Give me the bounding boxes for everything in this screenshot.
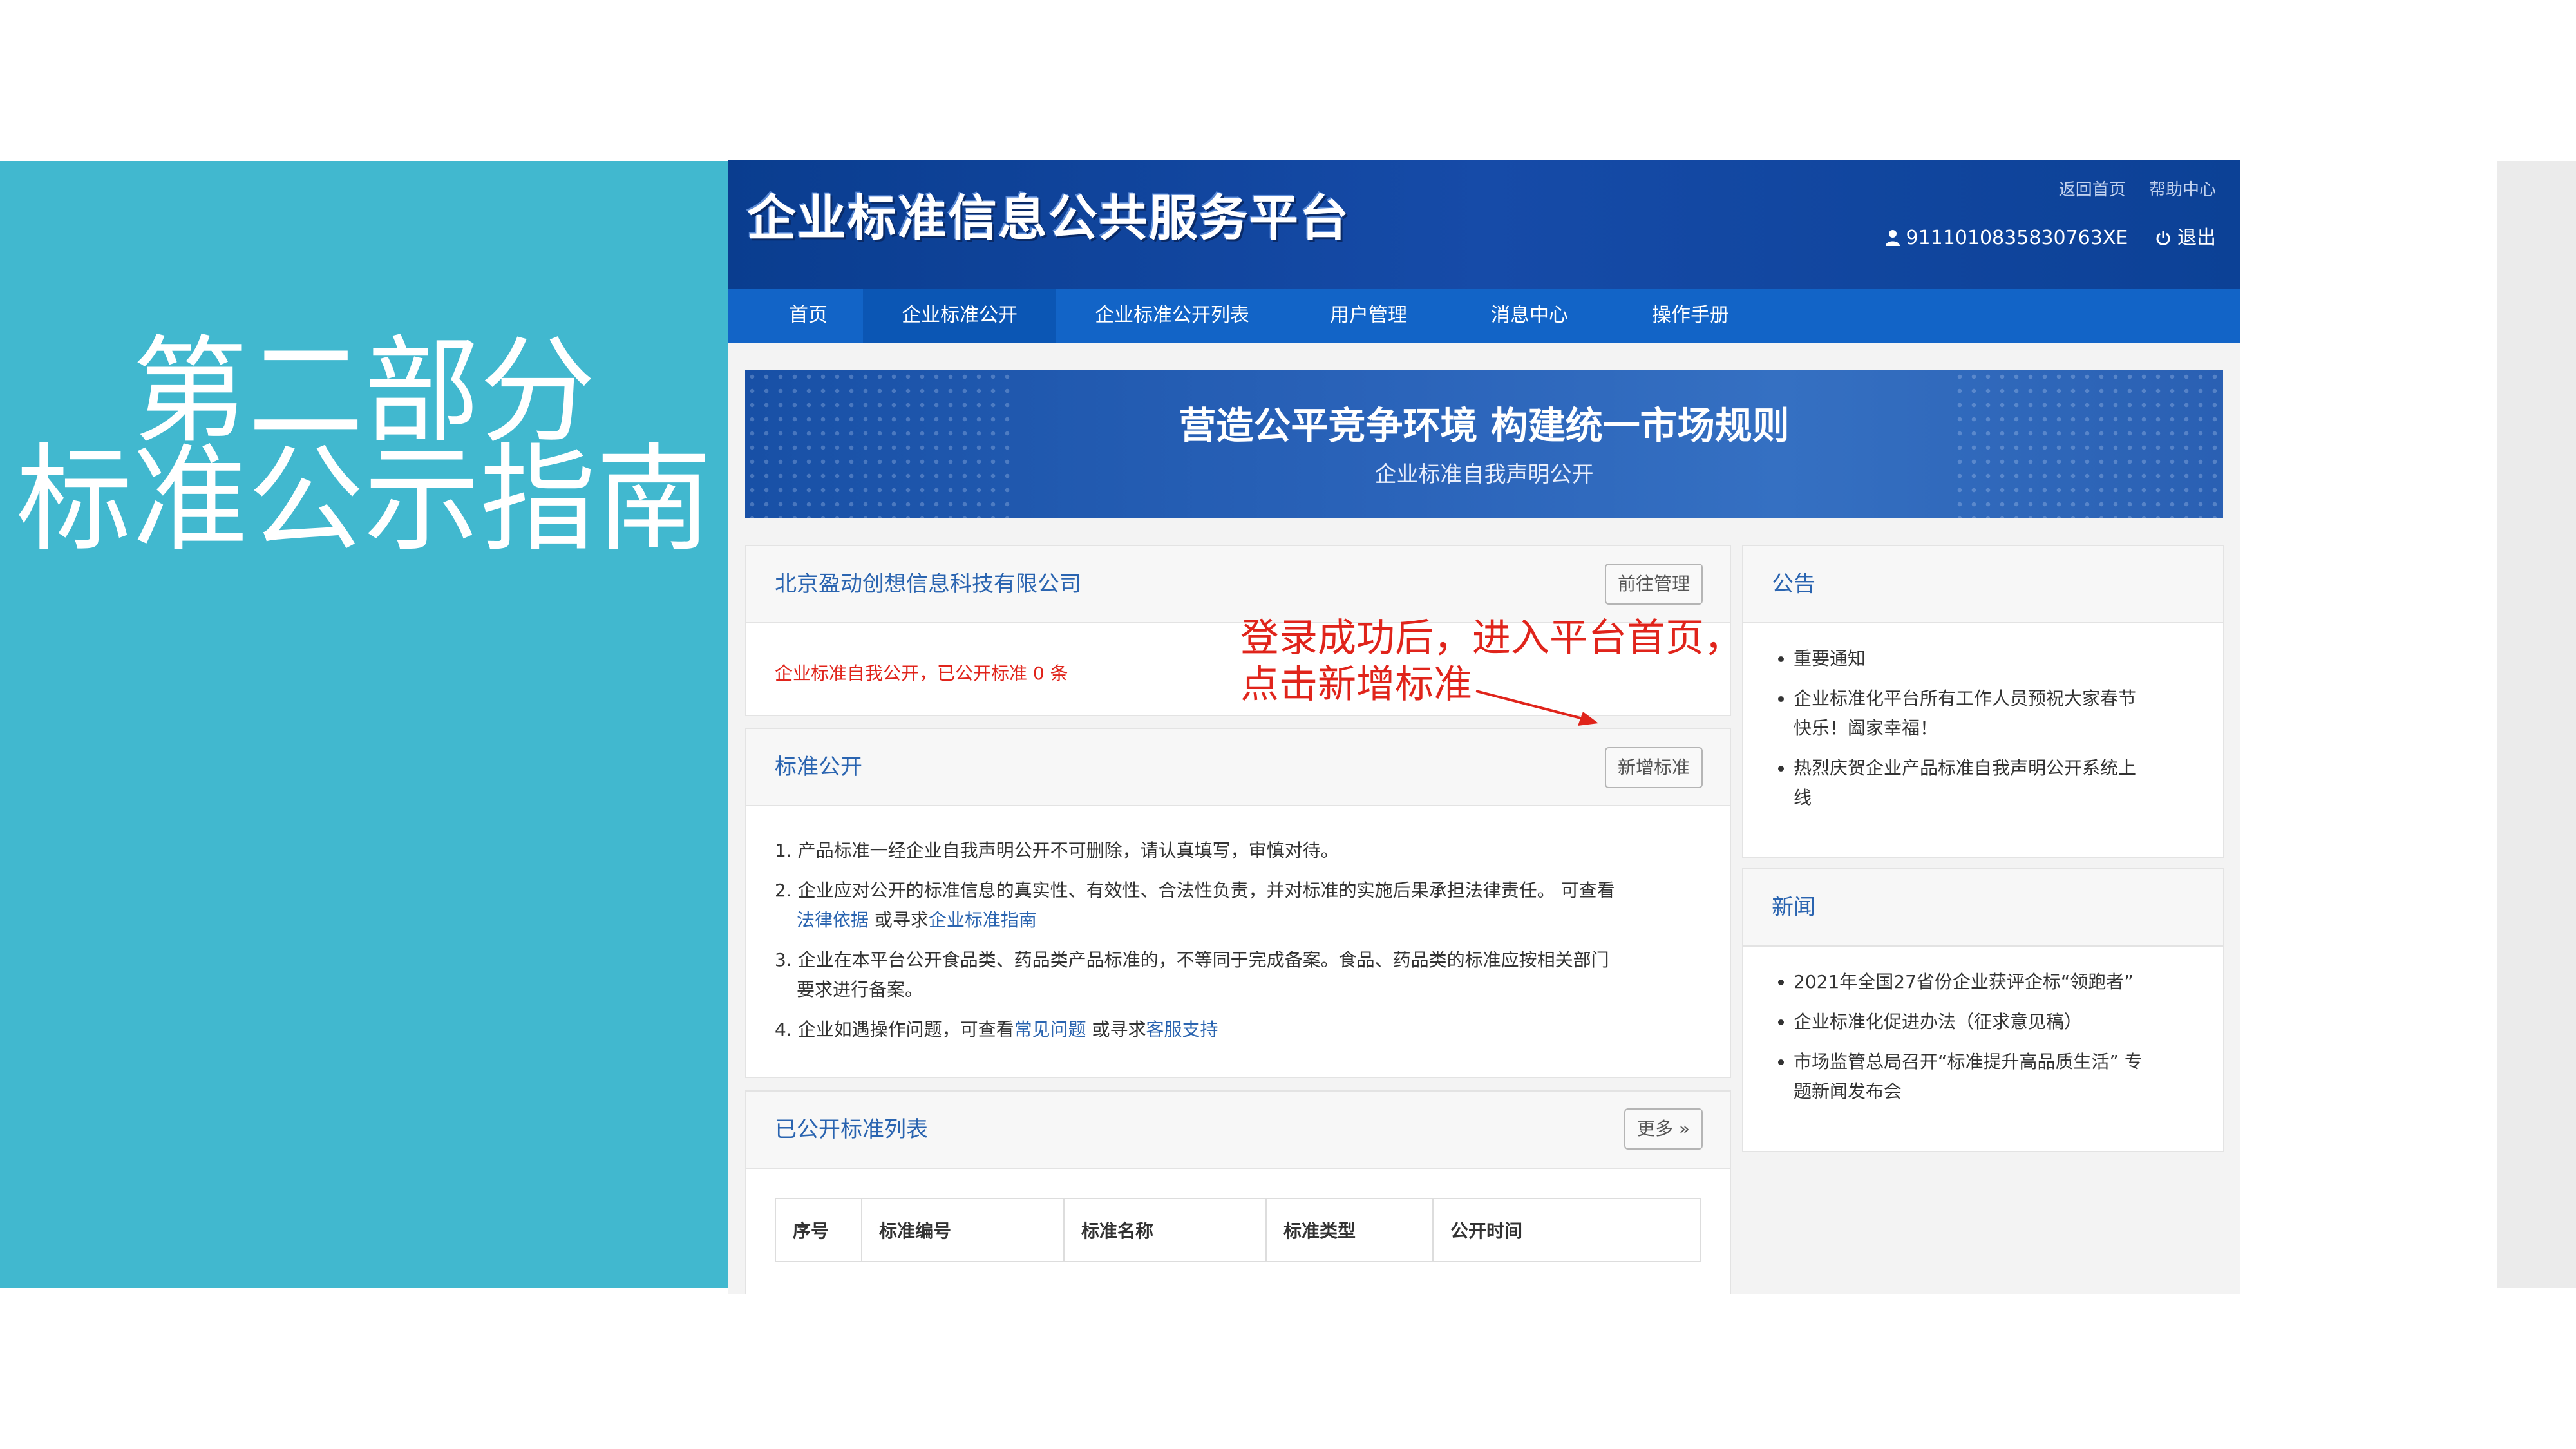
slide-title-line1: 第二部分: [131, 325, 596, 459]
instruction-4: 4. 企业如遇操作问题，可查看常见问题 或寻求客服支持: [775, 1015, 1218, 1045]
instruction-2-mid: 或寻求: [869, 909, 929, 931]
company-card-header: 北京盈动创想信息科技有限公司 前往管理: [746, 546, 1730, 623]
published-card-header: 已公开标准列表 更多 »: [746, 1092, 1730, 1169]
nav-item-message-center[interactable]: 消息中心: [1449, 289, 1610, 343]
main-nav: 首页 企业标准公开 企业标准公开列表 用户管理 消息中心 操作手册: [728, 289, 2240, 343]
standard-card-title: 标准公开: [775, 754, 862, 780]
column-header: 标准名称: [1063, 1198, 1267, 1262]
instruction-4-text: 4. 企业如遇操作问题，可查看: [775, 1019, 1014, 1040]
instruction-2: 2. 企业应对公开的标准信息的真实性、有效性、合法性负责，并对标准的实施后果承担…: [775, 880, 1615, 901]
column-header: 公开时间: [1432, 1198, 1701, 1262]
column-header: 标准类型: [1265, 1198, 1434, 1262]
notice-card: 公告 重要通知 企业标准化平台所有工作人员预祝大家春节 快乐！阖家幸福！ 热烈庆…: [1742, 545, 2224, 858]
add-standard-button[interactable]: 新增标准: [1604, 747, 1703, 788]
hero-banner: 营造公平竞争环境 构建统一市场规则 企业标准自我声明公开: [745, 370, 2223, 518]
power-icon[interactable]: [2155, 231, 2171, 246]
published-card-title: 已公开标准列表: [775, 1117, 928, 1142]
news-item[interactable]: 2021年全国27省份企业获评企标“领跑者”: [1794, 967, 2143, 997]
more-button[interactable]: 更多 »: [1624, 1108, 1703, 1150]
news-card-title: 新闻: [1772, 895, 1815, 920]
instruction-3: 3. 企业在本平台公开食品类、药品类产品标准的，不等同于完成备案。食品、药品类的…: [775, 949, 1609, 971]
legal-basis-link[interactable]: 法律依据: [797, 909, 869, 931]
user-icon: [1885, 230, 1900, 246]
published-standards-table: 序号 标准编号 标准名称 标准类型 公开时间: [775, 1198, 1701, 1262]
notice-item[interactable]: 重要通知: [1794, 644, 2136, 674]
user-bar: 9111010835830763XE 退出: [1885, 222, 2216, 250]
logout-link[interactable]: 退出: [2177, 227, 2216, 249]
news-item[interactable]: 市场监管总局召开“标准提升高品质生活” 专: [1794, 1047, 2143, 1077]
column-header: 标准编号: [861, 1198, 1065, 1262]
nav-item-home[interactable]: 首页: [753, 289, 863, 343]
company-status-text: 企业标准自我公开，已公开标准 0 条: [775, 663, 1068, 684]
column-header: 序号: [775, 1198, 862, 1262]
news-card-header: 新闻: [1743, 869, 2223, 947]
company-name: 北京盈动创想信息科技有限公司: [775, 571, 1081, 597]
standard-card-header: 标准公开 新增标准: [746, 729, 1730, 806]
top-links: 返回首页 帮助中心: [2041, 176, 2216, 200]
news-item[interactable]: 企业标准化促进办法（征求意见稿）: [1794, 1007, 2143, 1037]
help-link[interactable]: 帮助中心: [2149, 180, 2216, 200]
instruction-3-cont: 要求进行备案。: [797, 979, 923, 1000]
notice-card-header: 公告: [1743, 546, 2223, 623]
notice-item-cont[interactable]: 线: [1794, 783, 2136, 813]
banner-title: 营造公平竞争环境 构建统一市场规则: [1179, 404, 1790, 448]
instruction-4-mid: 或寻求: [1086, 1019, 1146, 1040]
standard-publish-card: 标准公开 新增标准 1. 产品标准一经企业自我声明公开不可删除，请认真填写，审慎…: [745, 728, 1731, 1078]
home-link[interactable]: 返回首页: [2059, 180, 2126, 200]
customer-support-link[interactable]: 客服支持: [1146, 1019, 1218, 1040]
standard-guide-link[interactable]: 企业标准指南: [929, 909, 1037, 931]
news-item-cont[interactable]: 题新闻发布会: [1794, 1077, 2143, 1106]
notice-item[interactable]: 企业标准化平台所有工作人员预祝大家春节: [1794, 684, 2136, 714]
news-list: 2021年全国27省份企业获评企标“领跑者” 企业标准化促进办法（征求意见稿） …: [1772, 967, 2143, 1117]
instruction-1: 1. 产品标准一经企业自我声明公开不可删除，请认真填写，审慎对待。: [775, 840, 1339, 861]
site-logo[interactable]: 企业标准信息公共服务平台: [747, 183, 1350, 254]
slide-title: 第二部分 标准公示指南: [0, 325, 728, 567]
notice-list: 重要通知 企业标准化平台所有工作人员预祝大家春节 快乐！阖家幸福！ 热烈庆贺企业…: [1772, 644, 2136, 823]
user-id: 9111010835830763XE: [1906, 227, 2128, 249]
manage-button[interactable]: 前往管理: [1604, 564, 1703, 605]
nav-item-standard-list[interactable]: 企业标准公开列表: [1056, 289, 1288, 343]
notice-item[interactable]: 热烈庆贺企业产品标准自我声明公开系统上: [1794, 753, 2136, 783]
annotation-line1: 登录成功后，进入平台首页，: [1240, 616, 1743, 661]
banner-subtitle: 企业标准自我声明公开: [1374, 462, 1594, 488]
faq-link[interactable]: 常见问题: [1014, 1019, 1086, 1040]
table-header-row: 序号 标准编号 标准名称 标准类型 公开时间: [775, 1198, 1701, 1262]
news-card: 新闻 2021年全国27省份企业获评企标“领跑者” 企业标准化促进办法（征求意见…: [1742, 868, 2224, 1152]
site-header: 企业标准信息公共服务平台 返回首页 帮助中心 9111010835830763X…: [728, 160, 2240, 289]
annotation-arrow-icon: [1475, 690, 1598, 726]
notice-item-cont[interactable]: 快乐！阖家幸福！: [1794, 714, 2136, 743]
slide-title-line2: 标准公示指南: [15, 433, 712, 567]
published-list-card: 已公开标准列表 更多 »: [745, 1090, 1731, 1294]
nav-item-standard-publish[interactable]: 企业标准公开: [863, 289, 1056, 343]
nav-item-user-management[interactable]: 用户管理: [1288, 289, 1449, 343]
notice-card-title: 公告: [1772, 571, 1815, 597]
instruction-2-cont: 法律依据 或寻求企业标准指南: [797, 905, 1037, 935]
slide-right-strip: [2497, 161, 2576, 1288]
nav-item-manual[interactable]: 操作手册: [1610, 289, 1771, 343]
